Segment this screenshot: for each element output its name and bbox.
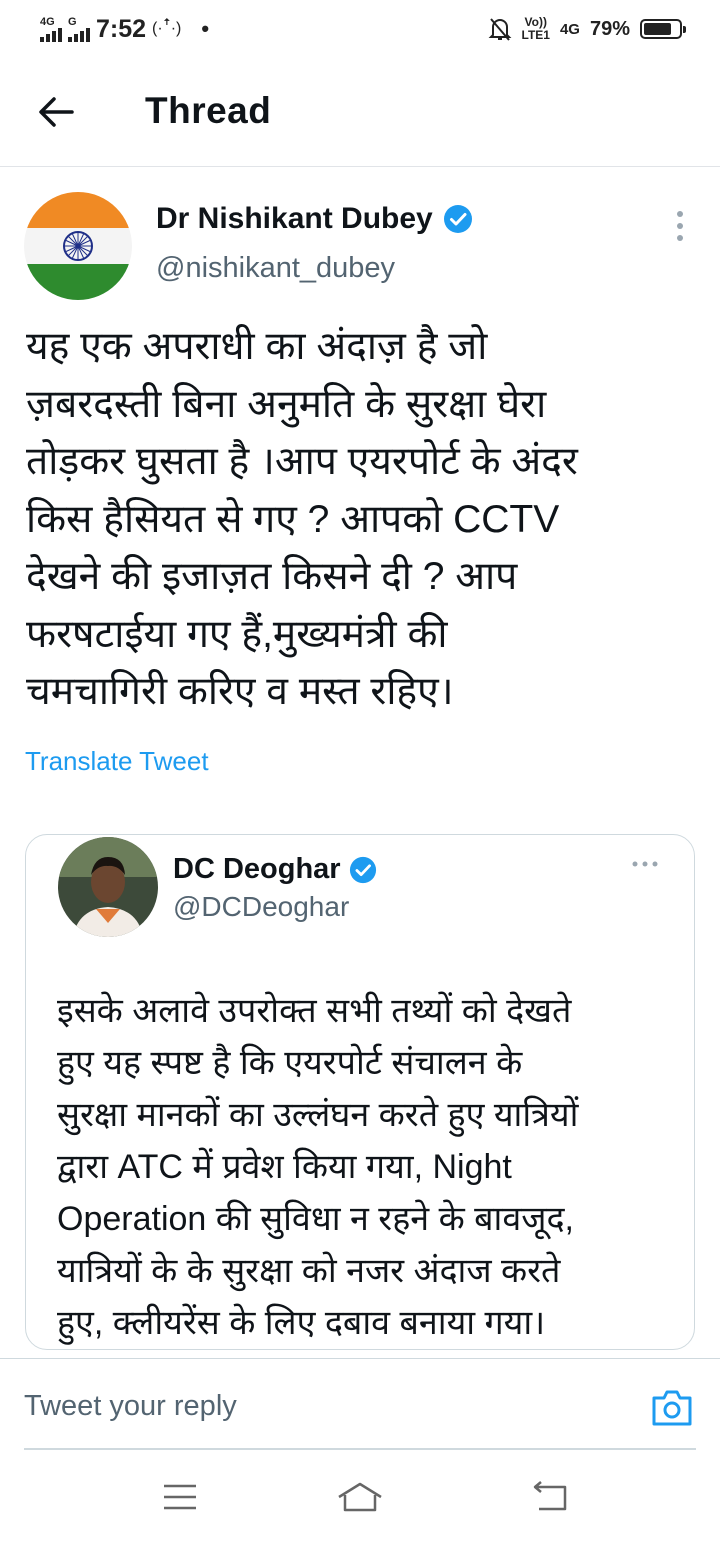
author-avatar[interactable] — [24, 192, 132, 300]
quoted-author-handle[interactable]: @DCDeoghar — [173, 891, 349, 923]
camera-icon[interactable] — [650, 1388, 694, 1428]
quoted-line: Operation की सुविधा न रहने के बावजूद, — [57, 1200, 574, 1238]
network-type-3: 4G — [559, 20, 580, 38]
quoted-line: सुरक्षा मानकों का उल्लंघन करते हुए यात्र… — [57, 1096, 579, 1134]
battery-level — [644, 23, 671, 35]
tweet-line: किस हैसियत से गए ? आपको CCTV — [26, 497, 560, 541]
person-avatar-icon — [58, 837, 158, 937]
quoted-line: द्वारा ATC में प्रवेश किया गया, Night — [57, 1148, 512, 1186]
quoted-line: हुए यह स्पष्ट है कि एयरपोर्ट संचालन के — [57, 1044, 523, 1082]
header: Thread — [0, 60, 720, 167]
tweet-line: देखने की इजाज़त किसने दी ? आप — [26, 555, 518, 598]
back-nav-icon[interactable] — [525, 1477, 575, 1517]
notification-dot-icon: • — [201, 16, 210, 41]
mute-bell-icon — [488, 18, 511, 41]
tweet-line: यह एक अपराधी का अंदाज़ है जो — [26, 325, 488, 368]
quoted-tweet-text: इसके अलावे उपरोक्त सभी तथ्यों को देखते ह… — [57, 985, 687, 1349]
tweet-line: ज़बरदस्ती बिना अनुमति के सुरक्षा घेरा — [26, 382, 547, 426]
verified-badge-icon — [349, 856, 376, 883]
network-type-2: G — [68, 15, 77, 28]
battery-icon — [640, 19, 686, 39]
more-vertical-icon[interactable] — [668, 208, 692, 244]
menu-icon[interactable] — [155, 1477, 205, 1517]
reply-underline — [24, 1448, 696, 1450]
quoted-author-name[interactable]: DC Deoghar — [173, 853, 341, 886]
page-title: Thread — [145, 90, 272, 131]
author-name-row[interactable]: Dr Nishikant Dubey — [156, 202, 473, 236]
quoted-line: हुए, क्लीयरेंस के लिए दबाव बनाया गया। — [57, 1304, 546, 1342]
volte-bottom: LTE1 — [521, 28, 550, 42]
tweet-line: चमचागिरी करिए व मस्त रहिए। — [26, 670, 454, 713]
reply-input[interactable]: Tweet your reply — [24, 1390, 237, 1423]
status-right: Vo)) LTE1 4G 79% — [488, 12, 686, 46]
quoted-author-name-row[interactable]: DC Deoghar — [173, 853, 377, 886]
network-type-1: 4G — [40, 15, 55, 28]
volte-indicator: Vo)) LTE1 — [522, 16, 550, 42]
quoted-author-avatar[interactable] — [58, 837, 158, 937]
signal-2-icon: G — [68, 15, 90, 42]
tweet-line: तोड़कर घुसता है ।आप एयरपोर्ट के अंदर — [26, 440, 578, 483]
home-icon[interactable] — [335, 1477, 385, 1517]
quoted-line: यात्रियों के के सुरक्षा को नजर अंदाज करत… — [57, 1252, 561, 1290]
battery-percent: 79% — [589, 17, 630, 40]
status-left: 4G G 7:52 (·ꜛ·) • — [40, 12, 209, 46]
status-bar: 4G G 7:52 (·ꜛ·) • Vo)) LTE1 4G 79% — [0, 0, 720, 60]
author-handle[interactable]: @nishikant_dubey — [156, 252, 395, 285]
india-flag-avatar-icon — [24, 192, 132, 300]
translate-tweet-link[interactable]: Translate Tweet — [25, 746, 209, 777]
verified-badge-icon — [443, 205, 472, 233]
quoted-line: इसके अलावे उपरोक्त सभी तथ्यों को देखते — [57, 992, 572, 1030]
tweet-line: फरषटाईया गए हैं,मुख्यमंत्री की — [26, 612, 448, 656]
system-nav-bar — [0, 1455, 720, 1544]
tweet-text: यह एक अपराधी का अंदाज़ है जो ज़बरदस्ती ब… — [26, 318, 706, 721]
author-name[interactable]: Dr Nishikant Dubey — [156, 202, 433, 236]
hotspot-icon: (·ꜛ·) — [152, 20, 182, 37]
clock: 7:52 — [96, 14, 147, 43]
back-arrow-icon[interactable] — [36, 92, 76, 132]
signal-1-icon: 4G — [40, 15, 62, 42]
more-horizontal-icon[interactable] — [630, 859, 660, 869]
quoted-tweet-card[interactable]: DC Deoghar @DCDeoghar इसके अलावे उपरोक्त… — [25, 834, 695, 1350]
